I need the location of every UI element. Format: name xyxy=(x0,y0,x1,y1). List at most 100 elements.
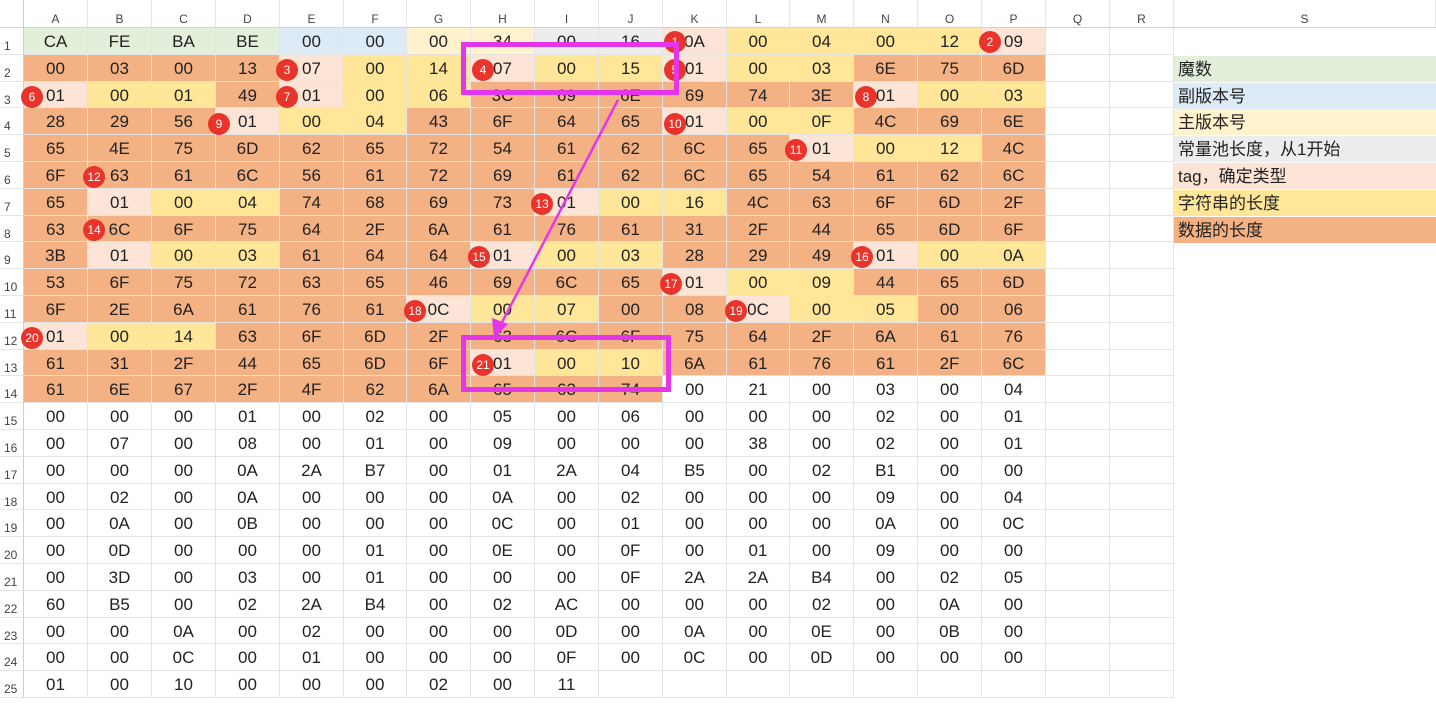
row-header-11[interactable]: 11 xyxy=(0,296,24,323)
cell-i10[interactable]: 6C xyxy=(535,269,599,296)
cell-h18[interactable]: 0A xyxy=(471,483,535,511)
cell-f16[interactable]: 01 xyxy=(344,430,407,457)
cell-b10[interactable]: 6F xyxy=(88,269,152,296)
cell-f17[interactable]: B7 xyxy=(344,456,407,484)
cell-m2[interactable]: 03 xyxy=(790,54,854,82)
cell-k16[interactable]: 00 xyxy=(663,430,727,457)
cell-l14[interactable]: 21 xyxy=(727,376,790,404)
cell-m23[interactable]: 0E xyxy=(790,617,854,645)
row-header-15[interactable]: 15 xyxy=(0,403,24,430)
cell-n14[interactable]: 03 xyxy=(854,376,918,404)
cell-c21[interactable]: 00 xyxy=(152,564,216,591)
cell-m18[interactable]: 00 xyxy=(790,483,854,511)
cell-a14[interactable]: 61 xyxy=(24,376,88,404)
cell-r16[interactable] xyxy=(1110,430,1174,457)
cell-q6[interactable] xyxy=(1046,162,1110,189)
cell-o9[interactable]: 00 xyxy=(918,242,982,270)
cell-l10[interactable]: 00 xyxy=(727,269,790,296)
cell-e9[interactable]: 61 xyxy=(280,242,344,270)
cell-c5[interactable]: 75 xyxy=(152,135,216,162)
cell-k17[interactable]: B5 xyxy=(663,456,727,484)
cell-e22[interactable]: 2A xyxy=(280,590,344,618)
cell-e25[interactable]: 00 xyxy=(280,671,344,698)
cell-o21[interactable]: 02 xyxy=(918,564,982,591)
cell-h20[interactable]: 0E xyxy=(471,537,535,564)
cell-f8[interactable]: 2F xyxy=(344,215,407,243)
cell-f12[interactable]: 6D xyxy=(344,322,407,350)
column-header-l[interactable]: L xyxy=(727,0,790,28)
row-header-9[interactable]: 9 xyxy=(0,242,24,270)
cell-p25[interactable] xyxy=(982,671,1046,698)
cell-r23[interactable] xyxy=(1110,617,1174,645)
cell-o5[interactable]: 12 xyxy=(918,135,982,162)
cell-n22[interactable]: 00 xyxy=(854,590,918,618)
cell-m21[interactable]: B4 xyxy=(790,564,854,591)
cell-m22[interactable]: 02 xyxy=(790,590,854,618)
cell-d21[interactable]: 03 xyxy=(216,564,280,591)
cell-h17[interactable]: 01 xyxy=(471,456,535,484)
cell-l24[interactable]: 00 xyxy=(727,644,790,672)
cell-p3[interactable]: 03 xyxy=(982,81,1046,109)
cell-a2[interactable]: 00 xyxy=(24,54,88,82)
cell-h23[interactable]: 00 xyxy=(471,617,535,645)
cell-m6[interactable]: 54 xyxy=(790,162,854,189)
cell-k24[interactable]: 0C xyxy=(663,644,727,672)
cell-i22[interactable]: AC xyxy=(535,590,599,618)
cell-f2[interactable]: 00 xyxy=(344,54,407,82)
cell-r21[interactable] xyxy=(1110,564,1174,591)
cell-b13[interactable]: 31 xyxy=(88,349,152,377)
cell-d17[interactable]: 0A xyxy=(216,456,280,484)
cell-q12[interactable] xyxy=(1046,322,1110,350)
cell-q13[interactable] xyxy=(1046,349,1110,377)
cell-e16[interactable]: 00 xyxy=(280,430,344,457)
cell-m17[interactable]: 02 xyxy=(790,456,854,484)
cell-j9[interactable]: 03 xyxy=(599,242,663,270)
cell-q24[interactable] xyxy=(1046,644,1110,672)
cell-e13[interactable]: 65 xyxy=(280,349,344,377)
cell-f15[interactable]: 02 xyxy=(344,403,407,430)
cell-r10[interactable] xyxy=(1110,269,1174,296)
cell-l23[interactable]: 00 xyxy=(727,617,790,645)
cell-i5[interactable]: 61 xyxy=(535,135,599,162)
cell-i17[interactable]: 2A xyxy=(535,456,599,484)
cell-a1[interactable]: CA xyxy=(24,28,88,55)
cell-p9[interactable]: 0A xyxy=(982,242,1046,270)
column-header-m[interactable]: M xyxy=(790,0,854,28)
cell-e21[interactable]: 00 xyxy=(280,564,344,591)
cell-c23[interactable]: 0A xyxy=(152,617,216,645)
cell-j6[interactable]: 62 xyxy=(599,162,663,189)
cell-i21[interactable]: 00 xyxy=(535,564,599,591)
cell-o11[interactable]: 00 xyxy=(918,296,982,323)
cell-m11[interactable]: 00 xyxy=(790,296,854,323)
cell-f10[interactable]: 65 xyxy=(344,269,407,296)
column-header-h[interactable]: H xyxy=(471,0,535,28)
row-header-21[interactable]: 21 xyxy=(0,564,24,591)
cell-f11[interactable]: 61 xyxy=(344,296,407,323)
column-header-o[interactable]: O xyxy=(918,0,982,28)
cell-a23[interactable]: 00 xyxy=(24,617,88,645)
cell-b5[interactable]: 4E xyxy=(88,135,152,162)
row-header-1[interactable]: 1 xyxy=(0,28,24,55)
cell-k12[interactable]: 75 xyxy=(663,322,727,350)
cell-k6[interactable]: 6C xyxy=(663,162,727,189)
row-header-16[interactable]: 16 xyxy=(0,430,24,457)
cell-p15[interactable]: 01 xyxy=(982,403,1046,430)
cell-c17[interactable]: 00 xyxy=(152,456,216,484)
cell-p17[interactable]: 00 xyxy=(982,456,1046,484)
cell-q20[interactable] xyxy=(1046,537,1110,564)
cell-h11[interactable]: 00 xyxy=(471,296,535,323)
cell-d8[interactable]: 75 xyxy=(216,215,280,243)
cell-e18[interactable]: 00 xyxy=(280,483,344,511)
cell-p13[interactable]: 6C xyxy=(982,349,1046,377)
cell-n10[interactable]: 44 xyxy=(854,269,918,296)
cell-q14[interactable] xyxy=(1046,376,1110,404)
cell-f1[interactable]: 00 xyxy=(344,28,407,55)
cell-n6[interactable]: 61 xyxy=(854,162,918,189)
cell-m16[interactable]: 00 xyxy=(790,430,854,457)
cell-p24[interactable]: 00 xyxy=(982,644,1046,672)
column-header-a[interactable]: A xyxy=(24,0,88,28)
cell-e10[interactable]: 63 xyxy=(280,269,344,296)
cell-c1[interactable]: BA xyxy=(152,28,216,55)
column-header-b[interactable]: B xyxy=(88,0,152,28)
column-header-k[interactable]: K xyxy=(663,0,727,28)
